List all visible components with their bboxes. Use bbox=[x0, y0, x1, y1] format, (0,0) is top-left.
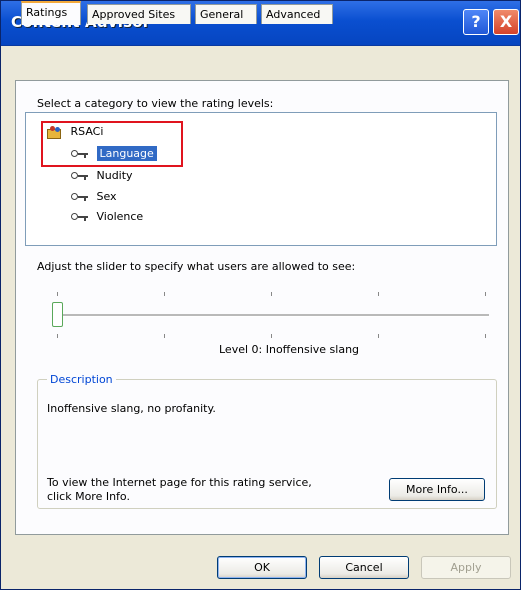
tab-general[interactable]: General bbox=[195, 4, 257, 24]
slider-tick bbox=[57, 334, 58, 338]
tree-item-sex[interactable]: Sex bbox=[71, 190, 117, 203]
slider-prompt: Adjust the slider to specify what users … bbox=[37, 260, 356, 273]
close-button[interactable]: X bbox=[493, 9, 519, 35]
key-icon bbox=[71, 172, 89, 180]
tab-advanced[interactable]: Advanced bbox=[261, 4, 333, 24]
more-info-hint-line2: click More Info. bbox=[47, 490, 130, 503]
slider-tick bbox=[57, 292, 58, 296]
level-readout: Level 0: Inoffensive slang bbox=[219, 343, 360, 356]
rating-slider-thumb[interactable] bbox=[52, 302, 63, 327]
slider-tick bbox=[164, 292, 165, 296]
tree-item-label: Sex bbox=[96, 190, 117, 203]
key-icon bbox=[71, 213, 89, 221]
tree-item-nudity[interactable]: Nudity bbox=[71, 169, 133, 182]
slider-tick bbox=[378, 292, 379, 296]
tab-ratings[interactable]: Ratings bbox=[21, 1, 81, 25]
highlight-annotation-box bbox=[41, 121, 183, 167]
slider-tick bbox=[485, 334, 486, 338]
rating-slider-track[interactable] bbox=[53, 314, 489, 317]
description-title: Description bbox=[47, 373, 116, 386]
tree-item-label: Violence bbox=[96, 210, 144, 223]
apply-button[interactable]: Apply bbox=[421, 556, 511, 579]
tab-label: Ratings bbox=[26, 6, 68, 19]
cancel-button[interactable]: Cancel bbox=[319, 556, 409, 579]
help-button[interactable]: ? bbox=[463, 9, 489, 35]
tab-label: General bbox=[200, 8, 244, 21]
slider-tick bbox=[485, 292, 486, 296]
ok-button[interactable]: OK bbox=[217, 556, 307, 579]
more-info-button-label: More Info... bbox=[406, 483, 468, 496]
tab-approved-sites[interactable]: Approved Sites bbox=[87, 4, 191, 24]
key-icon bbox=[71, 193, 89, 201]
content-advisor-window: Content Advisor ? X Ratings Approved Sit… bbox=[0, 0, 521, 590]
apply-button-label: Apply bbox=[450, 561, 482, 574]
category-prompt: Select a category to view the rating lev… bbox=[37, 97, 274, 110]
help-icon: ? bbox=[471, 12, 481, 31]
slider-tick bbox=[271, 292, 272, 296]
tree-item-violence[interactable]: Violence bbox=[71, 210, 143, 223]
close-icon: X bbox=[499, 12, 513, 31]
slider-tick bbox=[271, 334, 272, 338]
slider-tick bbox=[378, 334, 379, 338]
description-text: Inoffensive slang, no profanity. bbox=[47, 402, 216, 415]
ok-button-label: OK bbox=[254, 561, 270, 574]
more-info-button[interactable]: More Info... bbox=[389, 478, 485, 501]
tab-label: Advanced bbox=[266, 8, 321, 21]
cancel-button-label: Cancel bbox=[345, 561, 383, 574]
more-info-hint-line1: To view the Internet page for this ratin… bbox=[47, 476, 312, 489]
tree-item-label: Nudity bbox=[96, 169, 133, 182]
slider-tick bbox=[164, 334, 165, 338]
tab-label: Approved Sites bbox=[92, 8, 176, 21]
